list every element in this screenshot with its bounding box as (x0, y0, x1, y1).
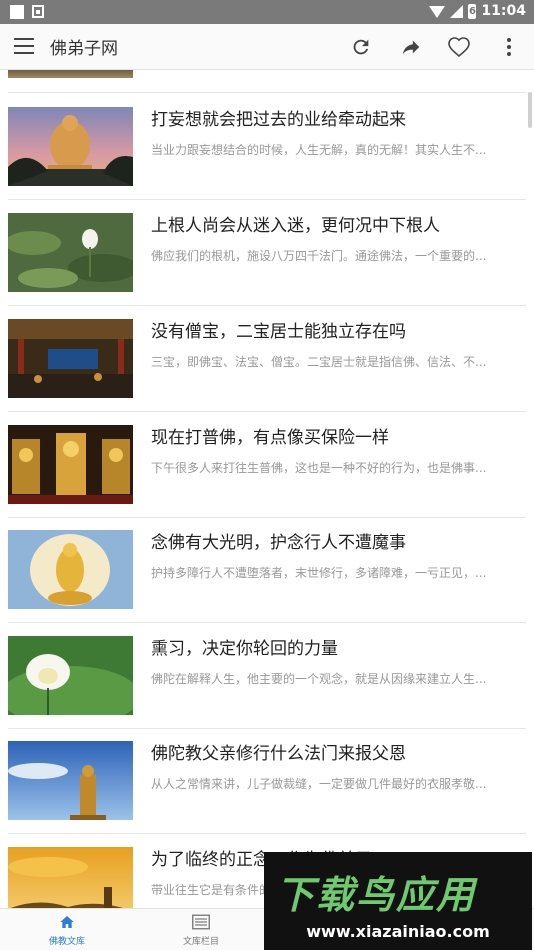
status-bar: 6 11:04 (0, 0, 534, 24)
list-item[interactable]: 打妄想就会把过去的业给牵动起来 当业力跟妄想结合的时候，人生无解，真的无解！其实… (0, 93, 534, 200)
image-notification-icon (32, 5, 44, 18)
notification-icon (10, 5, 24, 19)
list-columns-icon (156, 912, 246, 932)
article-title: 打妄想就会把过去的业给牵动起来 (151, 110, 406, 130)
watermark-logo: 下载鸟应用 www.xiazainiao.com (264, 852, 532, 950)
article-summary: 当业力跟妄想结合的时候，人生无解，真的无解！其实人生不... (151, 143, 487, 157)
signal-icon (450, 4, 464, 18)
article-summary: 佛应我们的根机，施设八万四千法门。通途佛法，一个重要的... (151, 249, 487, 263)
article-title: 佛陀教父亲修行什么法门来报父恩 (151, 744, 406, 764)
article-summary: 下午很多人来打往生普佛，这也是一种不好的行为，也是佛事... (151, 461, 487, 475)
list-item[interactable]: 熏习，决定你轮回的力量 佛陀在解释人生，他主要的一个观念，就是从因缘来建立人生.… (0, 622, 534, 729)
article-thumbnail (8, 213, 133, 292)
article-summary: 从人之常情来讲，儿子做裁缝，一定要做几件最好的衣服孝敬... (151, 777, 487, 791)
tab-label: 文库栏目 (182, 937, 219, 947)
article-thumbnail (8, 107, 133, 186)
list-item[interactable]: 现在打普佛，有点像买保险一样 下午很多人来打往生普佛，这也是一种不好的行为，也是… (0, 411, 534, 518)
article-title: 没有僧宝，二宝居士能独立存在吗 (151, 322, 406, 342)
article-thumbnail (8, 319, 133, 398)
battery-icon: 6 (468, 3, 477, 19)
tab-library-columns[interactable]: 文库栏目 (156, 912, 246, 947)
list-item[interactable]: 佛陀教父亲修行什么法门来报父恩 从人之常情来讲，儿子做裁缝，一定要做几件最好的衣… (0, 727, 534, 834)
article-summary: 三宝，即佛宝、法宝、僧宝。二宝居士就是指信佛、信法、不... (151, 355, 487, 369)
article-thumbnail (8, 530, 133, 609)
article-thumbnail (8, 425, 133, 504)
tab-label: 佛教文库 (48, 937, 85, 947)
watermark-text: 下载鸟应用 (276, 873, 477, 917)
favorite-heart-icon[interactable] (444, 32, 474, 62)
article-title: 上根人尚会从迷入迷，更何况中下根人 (151, 216, 440, 236)
app-bar: 佛弟子网 (0, 24, 534, 70)
page-title: 佛弟子网 (50, 39, 118, 59)
refresh-icon[interactable] (346, 32, 376, 62)
list-item[interactable]: 上根人尚会从迷入迷，更何况中下根人 佛应我们的根机，施设八万四千法门。通途佛法，… (0, 199, 534, 306)
article-title: 现在打普佛，有点像买保险一样 (151, 428, 389, 448)
article-title: 念佛有大光明，护念行人不遭魔事 (151, 533, 406, 553)
article-summary: 护持多障行人不遭堕落者，末世修行，多诸障难，一亏正见，... (151, 566, 487, 580)
tab-buddhist-library[interactable]: 佛教文库 (22, 912, 112, 947)
article-summary: 佛陀在解释人生，他主要的一个观念，就是从因缘来建立人生... (151, 672, 487, 686)
list-item[interactable]: 念佛有大光明，护念行人不遭魔事 护持多障行人不遭堕落者，末世修行，多诸障难，一亏… (0, 516, 534, 623)
article-list[interactable]: 打妄想就会把过去的业给牵动起来 当业力跟妄想结合的时候，人生无解，真的无解！其实… (0, 70, 534, 908)
article-title: 熏习，决定你轮回的力量 (151, 639, 338, 659)
article-thumbnail (8, 847, 133, 908)
more-options-icon[interactable] (494, 32, 524, 62)
home-icon (22, 912, 112, 932)
article-thumbnail (8, 70, 133, 78)
menu-icon[interactable] (14, 38, 34, 56)
article-thumbnail (8, 636, 133, 715)
article-thumbnail (8, 741, 133, 820)
wifi-icon (429, 6, 446, 18)
share-icon[interactable] (396, 32, 426, 62)
list-item[interactable]: 没有僧宝，二宝居士能独立存在吗 三宝，即佛宝、法宝、僧宝。二宝居士就是指信佛、信… (0, 305, 534, 412)
status-time: 11:04 (481, 3, 526, 19)
watermark-url: www.xiazainiao.com (306, 922, 490, 941)
